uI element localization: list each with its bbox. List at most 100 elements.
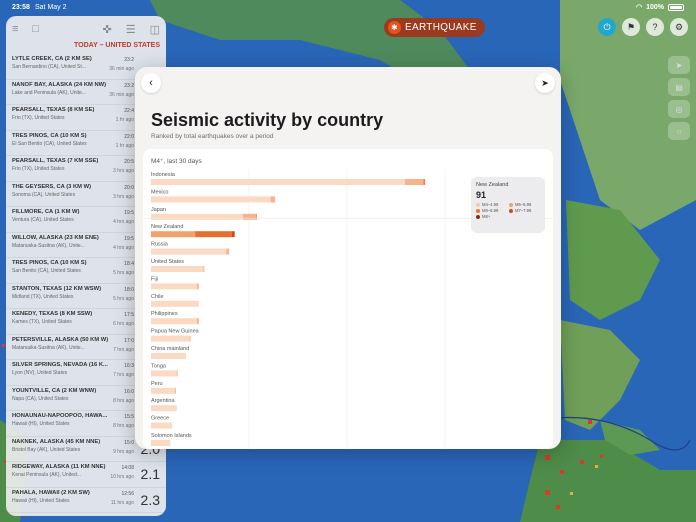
quake-time: 22:0 bbox=[124, 133, 134, 140]
wifi-icon: ◠ bbox=[635, 4, 643, 11]
filter-icon[interactable]: ◎ bbox=[668, 100, 690, 118]
list-icon[interactable]: ☰ bbox=[126, 23, 136, 36]
seismic-activity-modal: ‹ ➤ Seismic activity by country Ranked b… bbox=[135, 67, 561, 449]
sidebar-toggle-icon[interactable]: ◫ bbox=[150, 23, 160, 36]
app-badge[interactable]: ✱ EARTHQUAKE bbox=[384, 18, 485, 37]
quake-location: PEARSALL, TEXAS (8 KM SE) bbox=[12, 107, 95, 113]
legend-swatch bbox=[509, 202, 513, 207]
quake-list-item[interactable]: PAHALA, HAWAII (2 KM SW) Hawaii (HI), Uni… bbox=[6, 488, 166, 513]
quake-time: 16:0 bbox=[124, 388, 134, 395]
tooltip-legend: M4–4.99 M5–5.99 M6–6.99 M7–7.99 M8+ bbox=[476, 202, 540, 219]
quake-region: Midland (TX), United States bbox=[12, 293, 74, 300]
quake-ago: 11 hrs ago bbox=[110, 499, 134, 506]
status-time: 23:58 bbox=[12, 4, 30, 11]
bar-segment bbox=[151, 248, 227, 255]
bar-segment bbox=[151, 179, 405, 185]
quake-time: 20:0 bbox=[124, 184, 134, 191]
bar-segment bbox=[151, 387, 175, 394]
category-label: China mainland bbox=[151, 346, 189, 352]
quake-location: KENEDY, TEXAS (8 KM SSW) bbox=[12, 311, 93, 317]
status-bar: 23:58 Sat May 2 ◠ 100% bbox=[0, 0, 696, 16]
settings-gear-icon[interactable]: ⚙ bbox=[670, 18, 688, 36]
legend-label: M5–5.99 bbox=[515, 202, 532, 207]
map-toolbar: ⏻ ⚑ ? ⚙ bbox=[598, 18, 688, 36]
globe-icon[interactable]: ○ bbox=[668, 122, 690, 140]
quake-time: 23:2 bbox=[124, 57, 134, 63]
bar-segment bbox=[174, 387, 176, 394]
legend-entry: M8+ bbox=[476, 214, 507, 219]
help-icon[interactable]: ? bbox=[646, 18, 664, 36]
power-toggle-icon[interactable]: ⏻ bbox=[598, 18, 616, 36]
quake-time: 22:4 bbox=[124, 108, 134, 114]
category-label: United States bbox=[151, 259, 184, 265]
quake-ago: 4 hrs ago bbox=[113, 219, 134, 225]
category-label: Papua New Guinea bbox=[151, 329, 200, 335]
category-label: Argentina bbox=[151, 398, 175, 404]
quake-time: 17:0 bbox=[124, 337, 134, 344]
legend-swatch bbox=[476, 214, 480, 219]
legend-swatch bbox=[476, 208, 480, 213]
app-badge-label: EARTHQUAKE bbox=[405, 22, 477, 33]
location-arrow-icon[interactable]: ➤ bbox=[668, 56, 690, 74]
quake-region: Ventura (CA), United States bbox=[12, 217, 74, 223]
bar-segment bbox=[151, 283, 197, 290]
quake-magnitude: 2.3 bbox=[140, 491, 160, 508]
quake-location: TRES PINOS, CA (10 KM S) bbox=[12, 132, 87, 139]
share-button[interactable]: ➤ bbox=[535, 73, 555, 93]
back-button[interactable]: ‹ bbox=[141, 73, 161, 93]
category-label: Solomon Islands bbox=[151, 433, 192, 439]
country-bar-chart[interactable]: Indonesia Mexico Japan New Zealand Russia Uni… bbox=[143, 149, 553, 449]
filter-lines-icon[interactable]: ≡ bbox=[12, 23, 18, 35]
bar-segment bbox=[151, 440, 171, 446]
modal-subtitle: Ranked by total earthquakes over a perio… bbox=[151, 133, 274, 140]
quake-location: PAHALA, HAWAII (2 KM SW) bbox=[12, 489, 90, 496]
quake-location: YOUNTVILLE, CA (2 KM WNW) bbox=[12, 387, 97, 394]
bar-segment bbox=[423, 179, 426, 185]
quake-ago: 4 hrs ago bbox=[113, 244, 134, 251]
earthquake-logo-icon: ✱ bbox=[388, 21, 401, 34]
quake-time: 23:2 bbox=[124, 82, 134, 89]
alert-bell-icon[interactable]: ⚑ bbox=[622, 18, 640, 36]
bar-segment bbox=[197, 318, 199, 325]
quake-region: Frio (TX), United States bbox=[12, 115, 65, 121]
quake-location: HONAUNAU-NAPOOPOO, HAWA... bbox=[12, 413, 108, 419]
chevron-left-icon: ‹ bbox=[149, 77, 153, 89]
quake-time: 17:5 bbox=[124, 312, 134, 318]
quake-location: THE GEYSERS, CA (3 KM W) bbox=[12, 183, 92, 190]
battery-percent: 100% bbox=[646, 3, 664, 11]
map-side-tools: ➤ ▤ ◎ ○ bbox=[668, 56, 690, 140]
quake-region: Hawaii (HI), United States bbox=[12, 421, 70, 427]
quake-region: Matanuska-Susitna (AK), Unite... bbox=[12, 242, 85, 249]
quake-region: Frio (TX), United States bbox=[12, 166, 65, 172]
chart-filter-label[interactable]: M4⁺, last 30 days bbox=[151, 157, 202, 165]
quake-time: 18:0 bbox=[124, 286, 134, 293]
quake-time: 15:5 bbox=[124, 414, 134, 420]
document-search-icon[interactable]: □ bbox=[32, 23, 39, 35]
quake-location: PEARSALL, TEXAS (7 KM SSE) bbox=[12, 158, 99, 164]
quake-location: FILLMORE, CA (1 KM W) bbox=[12, 209, 80, 215]
bar-segment bbox=[151, 231, 196, 238]
quake-time: 19:5 bbox=[124, 235, 134, 242]
quake-region: Napa (CA), United States bbox=[12, 395, 69, 402]
quake-ago: 7 hrs ago bbox=[113, 372, 134, 378]
bar-segment bbox=[151, 213, 243, 220]
status-indicators: ◠ 100% bbox=[636, 3, 684, 11]
bar-segment bbox=[151, 335, 190, 342]
crosshair-icon[interactable]: ✜ bbox=[103, 23, 112, 36]
category-label: Mexico bbox=[151, 189, 168, 195]
bar-segment bbox=[151, 370, 177, 377]
quake-location: LYTLE CREEK, CA (2 KM SE) bbox=[12, 56, 92, 62]
quake-ago: 6 hrs ago bbox=[113, 321, 134, 327]
quake-location: STANTON, TEXAS (12 KM WSW) bbox=[12, 285, 101, 292]
quake-ago: 9 hrs ago bbox=[113, 448, 134, 455]
legend-label: M8+ bbox=[482, 214, 491, 219]
quake-ago: 7 hrs ago bbox=[113, 346, 134, 353]
quake-list-item[interactable]: RIDGEWAY, ALASKA (11 KM NNE) Kenai Penins… bbox=[6, 462, 166, 488]
layers-icon[interactable]: ▤ bbox=[668, 78, 690, 96]
legend-label: M6–6.99 bbox=[482, 208, 499, 213]
bar-segment bbox=[243, 213, 256, 220]
category-label: Tonga bbox=[151, 363, 167, 369]
bar-segment bbox=[151, 300, 199, 307]
quake-ago: 1 hr ago bbox=[115, 142, 134, 149]
bar-segment bbox=[195, 231, 232, 238]
